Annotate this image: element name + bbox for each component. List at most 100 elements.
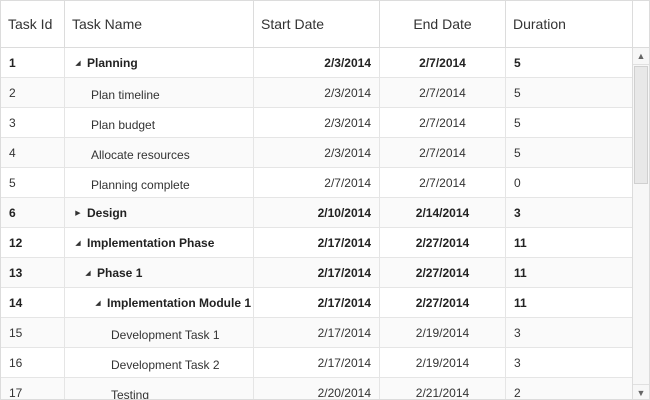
task-name-label: Implementation Module 1	[107, 296, 252, 310]
column-header-task-id[interactable]: Task Id	[1, 1, 65, 47]
chevron-down-icon[interactable]: ▼	[633, 384, 649, 399]
collapsed-arrow-icon[interactable]: ▶	[73, 209, 83, 219]
cell-end[interactable]: 2/19/2014	[380, 318, 506, 348]
task-name-label: Design	[87, 206, 128, 220]
expanded-arrow-icon[interactable]: ◢	[73, 59, 83, 69]
cell-start[interactable]: 2/3/2014	[254, 138, 380, 168]
cell-start[interactable]: 2/17/2014	[254, 228, 380, 258]
column-header-start-date[interactable]: Start Date	[254, 1, 380, 47]
cell-id[interactable]: 17	[1, 378, 65, 399]
task-name-label: Allocate resources	[91, 148, 190, 162]
cell-end[interactable]: 2/27/2014	[380, 288, 506, 318]
table-row[interactable]: 6 ▶ Design 2/10/2014 2/14/2014 3	[1, 198, 632, 228]
expanded-arrow-icon[interactable]: ◢	[73, 239, 83, 249]
cell-name[interactable]: Planning complete	[65, 168, 254, 198]
cell-duration[interactable]: 11	[506, 228, 632, 258]
cell-start[interactable]: 2/3/2014	[254, 108, 380, 138]
grid-header: Task Id Task Name Start Date End Date Du…	[1, 1, 632, 48]
table-row[interactable]: 16 Development Task 2 2/17/2014 2/19/2014 3	[1, 348, 632, 378]
cell-duration[interactable]: 11	[506, 288, 632, 318]
cell-name[interactable]: Testing	[65, 378, 254, 400]
table-row[interactable]: 13 ◢ Phase 1 2/17/2014 2/27/2014 11	[1, 258, 632, 288]
cell-duration[interactable]: 0	[506, 168, 632, 198]
table-row[interactable]: 17 Testing 2/20/2014 2/21/2014 2	[1, 378, 632, 400]
cell-id[interactable]: 13	[1, 258, 65, 288]
scrollbar-thumb[interactable]	[634, 66, 648, 184]
cell-duration[interactable]: 2	[506, 378, 632, 399]
cell-name[interactable]: ◢ Implementation Module 1	[65, 288, 254, 318]
cell-id[interactable]: 2	[1, 78, 65, 108]
cell-duration[interactable]: 11	[506, 258, 632, 288]
task-name-label: Planning	[87, 56, 138, 70]
column-header-task-name[interactable]: Task Name	[65, 1, 254, 47]
cell-start[interactable]: 2/17/2014	[254, 318, 380, 348]
header-scrollbar-filler	[632, 1, 649, 48]
cell-id[interactable]: 3	[1, 108, 65, 138]
task-name-label: Implementation Phase	[87, 236, 215, 250]
cell-duration[interactable]: 3	[506, 198, 632, 228]
cell-start[interactable]: 2/3/2014	[254, 48, 380, 78]
cell-start[interactable]: 2/17/2014	[254, 288, 380, 318]
vertical-scrollbar[interactable]: ▲ ▼	[632, 48, 649, 399]
cell-duration[interactable]: 3	[506, 318, 632, 348]
task-name-label: Plan budget	[91, 118, 156, 132]
table-row[interactable]: 4 Allocate resources 2/3/2014 2/7/2014 5	[1, 138, 632, 168]
cell-end[interactable]: 2/7/2014	[380, 48, 506, 78]
cell-name[interactable]: ◢ Implementation Phase	[65, 228, 254, 258]
cell-start[interactable]: 2/7/2014	[254, 168, 380, 198]
task-name-label: Plan timeline	[91, 88, 160, 102]
cell-name[interactable]: ◢ Phase 1	[65, 258, 254, 288]
cell-end[interactable]: 2/7/2014	[380, 78, 506, 108]
cell-end[interactable]: 2/27/2014	[380, 228, 506, 258]
task-name-label: Testing	[111, 388, 150, 400]
cell-duration[interactable]: 3	[506, 348, 632, 378]
cell-end[interactable]: 2/27/2014	[380, 258, 506, 288]
column-header-end-date[interactable]: End Date	[380, 1, 506, 47]
task-name-label: Phase 1	[97, 266, 143, 280]
cell-id[interactable]: 16	[1, 348, 65, 378]
cell-name[interactable]: Development Task 1	[65, 318, 254, 348]
table-row[interactable]: 15 Development Task 1 2/17/2014 2/19/2014 3	[1, 318, 632, 348]
cell-start[interactable]: 2/10/2014	[254, 198, 380, 228]
cell-start[interactable]: 2/20/2014	[254, 378, 380, 399]
cell-end[interactable]: 2/19/2014	[380, 348, 506, 378]
cell-name[interactable]: ◢ Planning	[65, 48, 254, 78]
cell-start[interactable]: 2/17/2014	[254, 258, 380, 288]
cell-name[interactable]: Plan timeline	[65, 78, 254, 108]
cell-end[interactable]: 2/7/2014	[380, 108, 506, 138]
cell-end[interactable]: 2/14/2014	[380, 198, 506, 228]
cell-id[interactable]: 14	[1, 288, 65, 318]
table-row[interactable]: 12 ◢ Implementation Phase 2/17/2014 2/27/201…	[1, 228, 632, 258]
cell-name[interactable]: Plan budget	[65, 108, 254, 138]
cell-id[interactable]: 15	[1, 318, 65, 348]
chevron-up-icon[interactable]: ▲	[633, 48, 649, 65]
table-row[interactable]: 3 Plan budget 2/3/2014 2/7/2014 5	[1, 108, 632, 138]
cell-end[interactable]: 2/7/2014	[380, 138, 506, 168]
cell-id[interactable]: 12	[1, 228, 65, 258]
expanded-arrow-icon[interactable]: ◢	[93, 299, 103, 309]
cell-name[interactable]: Allocate resources	[65, 138, 254, 168]
cell-id[interactable]: 5	[1, 168, 65, 198]
table-row[interactable]: 14 ◢ Implementation Module 1 2/17/2014 2/27/…	[1, 288, 632, 318]
cell-duration[interactable]: 5	[506, 48, 632, 78]
cell-start[interactable]: 2/17/2014	[254, 348, 380, 378]
task-name-label: Development Task 2	[111, 358, 220, 372]
cell-end[interactable]: 2/7/2014	[380, 168, 506, 198]
cell-id[interactable]: 1	[1, 48, 65, 78]
cell-name[interactable]: Development Task 2	[65, 348, 254, 378]
cell-duration[interactable]: 5	[506, 138, 632, 168]
cell-duration[interactable]: 5	[506, 108, 632, 138]
cell-start[interactable]: 2/3/2014	[254, 78, 380, 108]
table-row[interactable]: 5 Planning complete 2/7/2014 2/7/2014 0	[1, 168, 632, 198]
cell-duration[interactable]: 5	[506, 78, 632, 108]
task-name-label: Development Task 1	[111, 328, 220, 342]
table-row[interactable]: 2 Plan timeline 2/3/2014 2/7/2014 5	[1, 78, 632, 108]
column-header-duration[interactable]: Duration	[506, 1, 632, 47]
cell-end[interactable]: 2/21/2014	[380, 378, 506, 399]
cell-id[interactable]: 6	[1, 198, 65, 228]
expanded-arrow-icon[interactable]: ◢	[83, 269, 93, 279]
cell-name[interactable]: ▶ Design	[65, 198, 254, 228]
table-row[interactable]: 1 ◢ Planning 2/3/2014 2/7/2014 5	[1, 48, 632, 78]
cell-id[interactable]: 4	[1, 138, 65, 168]
grid-body: 1 ◢ Planning 2/3/2014 2/7/2014 5 2 Plan timelin…	[1, 48, 632, 400]
